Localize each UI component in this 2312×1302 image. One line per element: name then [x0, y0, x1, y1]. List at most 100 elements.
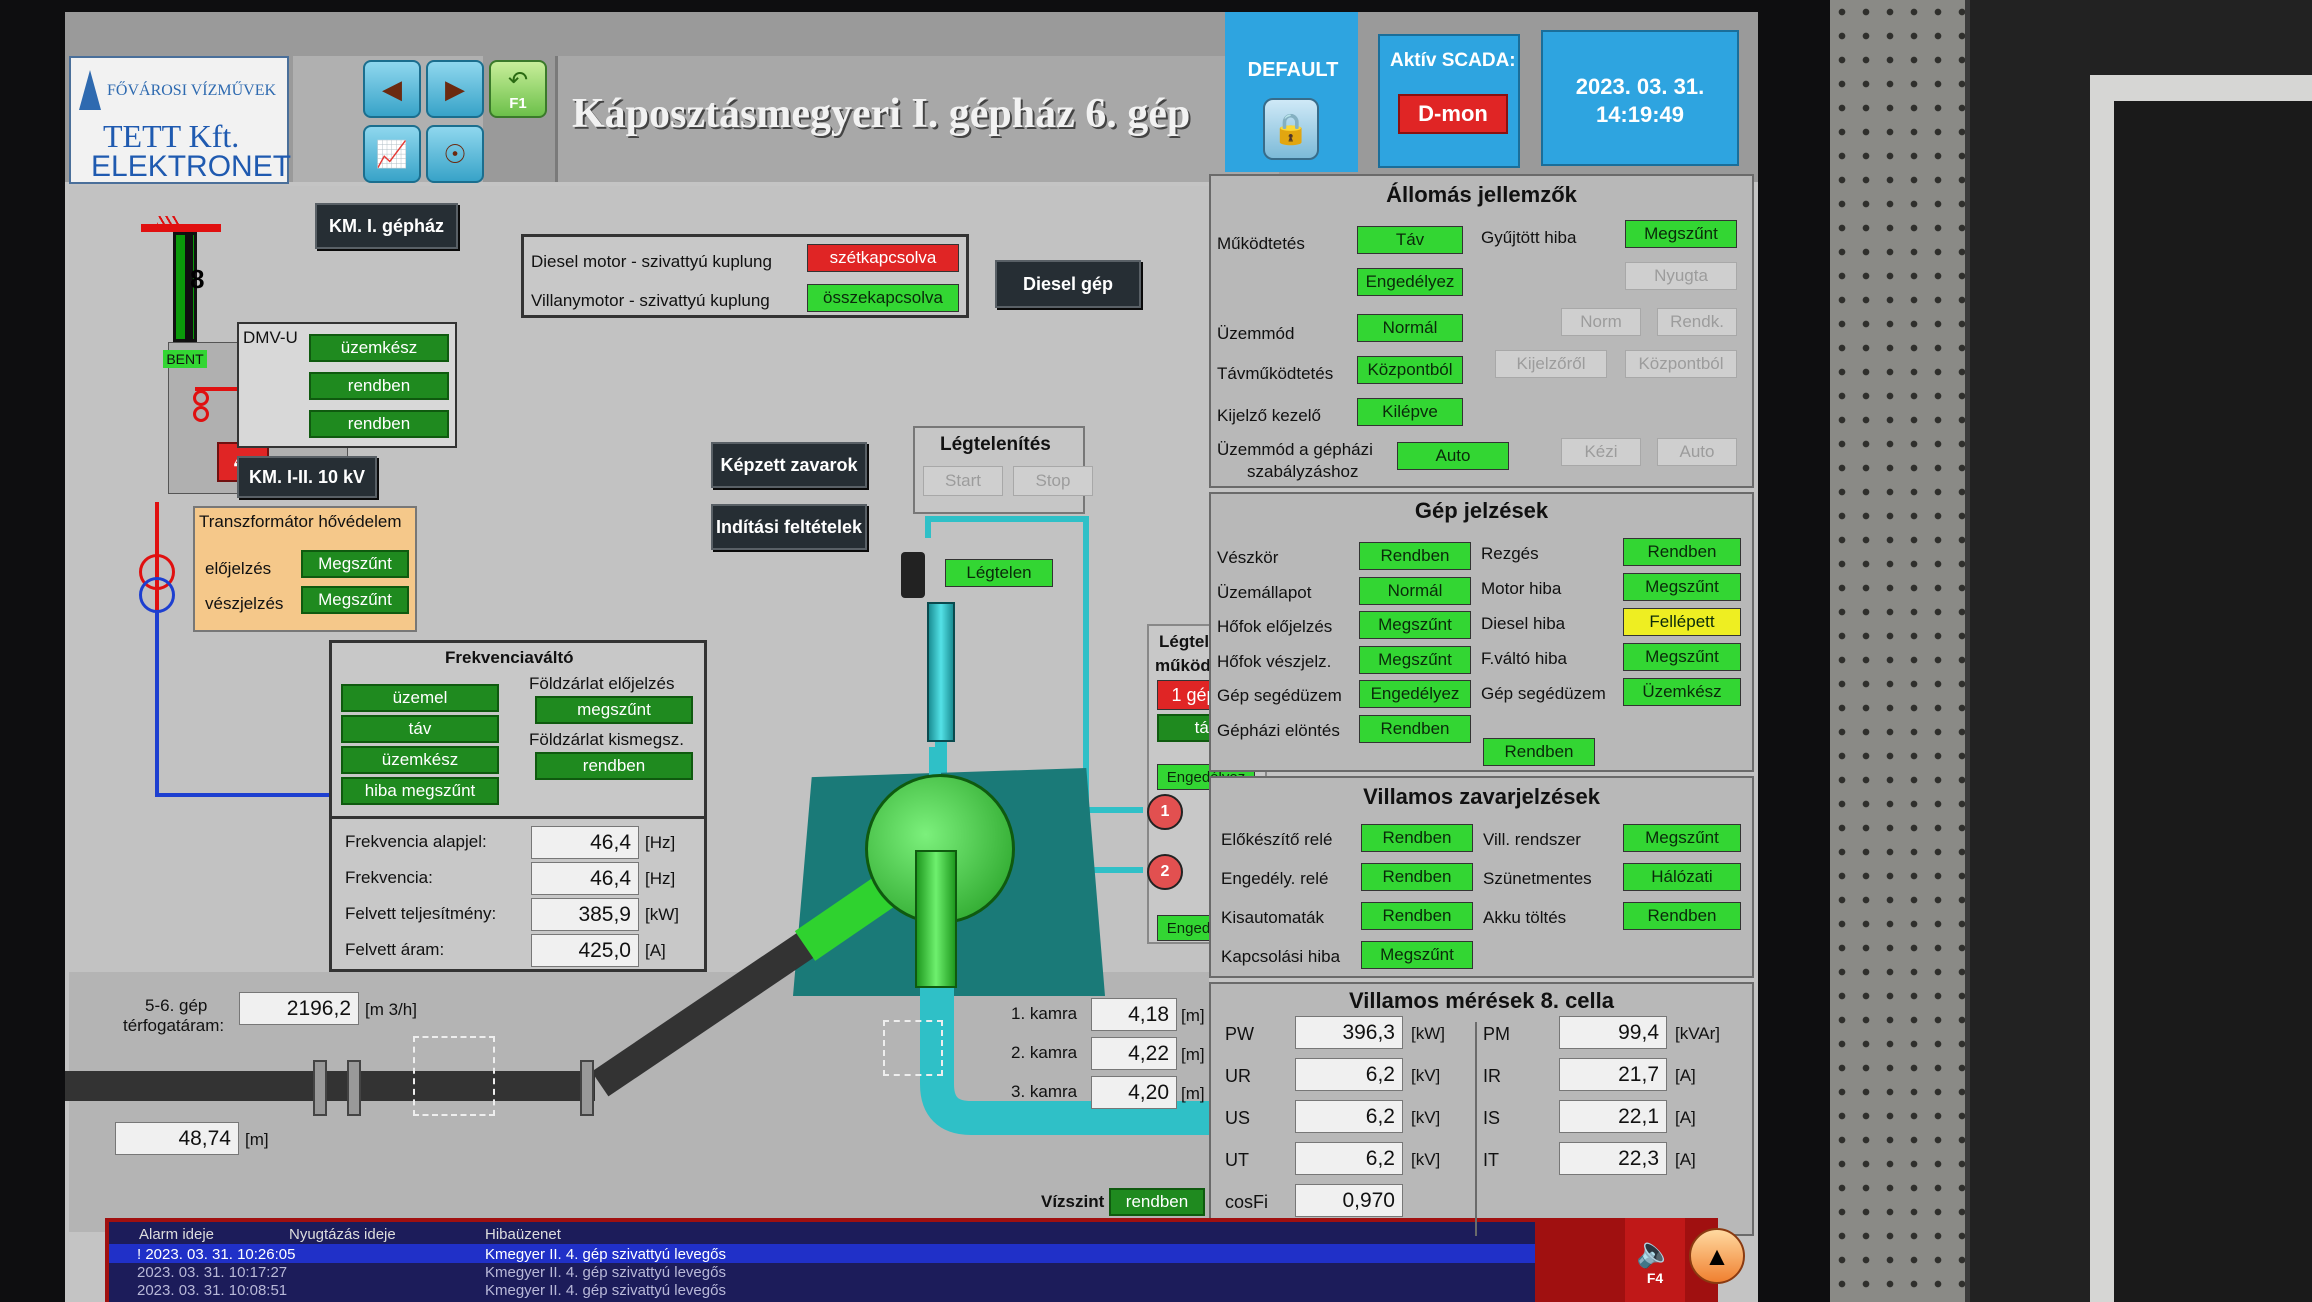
- meas-unit-1: [Hz]: [645, 833, 676, 852]
- arrow-up-icon: ▲: [1704, 1240, 1730, 1271]
- freq-state-4: hiba megszűnt: [341, 777, 499, 805]
- gep-right-label: Gép segédüzem: [1481, 684, 1606, 703]
- flow-label-2: térfogatáram:: [123, 1016, 225, 1035]
- chamber-unit-2: [m]: [1181, 1045, 1205, 1064]
- level-unit: [m]: [245, 1130, 269, 1149]
- valve-2-icon[interactable]: [883, 1020, 943, 1076]
- vm-right-label: IR: [1483, 1066, 1501, 1086]
- freq-title: Frekvenciaváltó: [445, 648, 574, 667]
- kijelzorol-button[interactable]: Kijelzőről: [1495, 350, 1607, 378]
- auto-button[interactable]: Auto: [1657, 438, 1737, 466]
- vizszint-label: Vízszint: [1041, 1192, 1105, 1211]
- gep-left-value: Megszűnt: [1359, 611, 1471, 639]
- kezi-button[interactable]: Kézi: [1561, 438, 1641, 466]
- flow-unit: [m 3/h]: [365, 1000, 417, 1019]
- alarm-row-time[interactable]: 2023. 03. 31. 10:17:27: [137, 1264, 287, 1281]
- gep-right-value: Üzemkész: [1623, 678, 1741, 706]
- scada-screen: FŐVÁROSI VÍZMŰVEK TETT Kft. ELEKTRONET ◀…: [65, 12, 1758, 1302]
- vz-left-label: Kisautomaták: [1221, 908, 1324, 927]
- gep-extra-value: Rendben: [1483, 738, 1595, 766]
- vm-right-label: IS: [1483, 1108, 1501, 1128]
- uzemmod-label: Üzemmód: [1217, 324, 1295, 343]
- chamber-label-1: 1. kamra: [1011, 1004, 1078, 1023]
- chamber-unit-3: [m]: [1181, 1084, 1205, 1103]
- vz-right-value: Megszűnt: [1623, 824, 1741, 852]
- szab-label-2: szabályzáshoz: [1247, 462, 1359, 481]
- meas-value-3: 385,9: [531, 898, 639, 931]
- vm-right-unit: [A]: [1675, 1066, 1696, 1085]
- vz-left-label: Előkészítő relé: [1221, 830, 1333, 849]
- meas-unit-3: [kW]: [645, 905, 679, 924]
- villamos-m-title: Villamos mérések 8. cella: [1349, 988, 1614, 1013]
- vz-left-label: Engedély. relé: [1221, 869, 1329, 888]
- engedelyez-button[interactable]: Engedélyez: [1357, 268, 1463, 296]
- flow-value: 2196,2: [239, 992, 359, 1025]
- fk-value: rendben: [535, 752, 693, 780]
- vm-left-label: UR: [1225, 1066, 1251, 1086]
- fk-label: Földzárlat kismegsz.: [529, 730, 684, 749]
- szab-label-1: Üzemmód a gépházi: [1217, 440, 1373, 459]
- tav-indicator: Táv: [1357, 226, 1463, 254]
- alarm-row-msg[interactable]: Kmegyer II. 4. gép szivattyú levegős: [485, 1246, 726, 1263]
- vm-left-value: 6,2: [1295, 1100, 1403, 1133]
- fe-label: Földzárlat előjelzés: [529, 674, 675, 693]
- mukodtetes-label: Működtetés: [1217, 234, 1305, 253]
- vz-left-value: Rendben: [1361, 824, 1473, 852]
- gep-left-label: Hőfok előjelzés: [1217, 617, 1333, 636]
- f4-button[interactable]: 🔈 F4: [1625, 1218, 1685, 1302]
- valve-1-icon[interactable]: [413, 1036, 495, 1116]
- nyugta-button[interactable]: Nyugta: [1625, 262, 1737, 290]
- vm-left-value: 0,970: [1295, 1184, 1403, 1217]
- flange-3: [580, 1060, 594, 1116]
- alarm-header-ack: Nyugtázás ideje: [289, 1226, 396, 1243]
- gep-left-value: Normál: [1359, 576, 1471, 605]
- kilepve-indicator: Kilépve: [1357, 398, 1463, 426]
- alarm-header-msg: Hibaüzenet: [485, 1226, 561, 1243]
- gep-title: Gép jelzések: [1414, 498, 1549, 523]
- alarm-list: Alarm ideje Nyugtázás ideje Hibaüzenet: [109, 1222, 1535, 1302]
- vm-left-value: 6,2: [1295, 1142, 1403, 1175]
- gep-right-label: Rezgés: [1481, 544, 1539, 563]
- meas-label-1: Frekvencia alapjel:: [345, 832, 487, 851]
- flange-1: [313, 1060, 327, 1116]
- f4-label: F4: [1646, 1269, 1664, 1286]
- alarm-row-msg[interactable]: Kmegyer II. 4. gép szivattyú levegős: [485, 1264, 726, 1281]
- gep-right-value: Rendben: [1623, 538, 1741, 566]
- vm-left-label: UT: [1225, 1150, 1249, 1170]
- vm-left-unit: [kV]: [1411, 1108, 1441, 1127]
- meas-label-4: Felvett áram:: [345, 940, 445, 959]
- gep-left-label: Hőfok vészjelz.: [1217, 651, 1332, 671]
- fe-value: megszűnt: [535, 696, 693, 724]
- vz-left-value: Megszűnt: [1361, 941, 1473, 969]
- vz-right-label: Vill. rendszer: [1483, 830, 1581, 849]
- chamber-label-2: 2. kamra: [1011, 1043, 1078, 1062]
- vm-left-label: US: [1225, 1108, 1251, 1128]
- gep-right-label: F.váltó hiba: [1481, 649, 1567, 668]
- meas-label-3: Felvett teljesítmény:: [345, 904, 497, 923]
- vz-left-label: Kapcsolási hiba: [1221, 947, 1341, 966]
- gep-right-label: Motor hiba: [1481, 579, 1562, 598]
- vz-right-label: Szünetmentes: [1483, 869, 1592, 888]
- mute-icon: 🔈: [1636, 1235, 1674, 1269]
- vm-right-label: PM: [1483, 1024, 1510, 1044]
- vm-left-value: 6,2: [1295, 1058, 1403, 1091]
- chamber-unit-1: [m]: [1181, 1006, 1205, 1025]
- alarm-row-selected[interactable]: [109, 1244, 1535, 1263]
- gep-left-label: Gép segédüzem: [1217, 686, 1342, 705]
- scroll-up-button[interactable]: ▲: [1689, 1228, 1745, 1284]
- alarm-row-time[interactable]: 2023. 03. 31. 10:08:51: [137, 1282, 287, 1299]
- norm-button[interactable]: Norm: [1561, 308, 1641, 336]
- meas-label-2: Frekvencia:: [345, 868, 433, 887]
- alarm-row-msg[interactable]: Kmegyer II. 4. gép szivattyú levegős: [485, 1282, 726, 1299]
- vm-left-unit: [kV]: [1411, 1150, 1441, 1169]
- rendk-button[interactable]: Rendk.: [1657, 308, 1737, 336]
- vm-divider: [1475, 1022, 1477, 1236]
- kozpontbol-button[interactable]: Központból: [1625, 350, 1737, 378]
- vz-right-value: Rendben: [1623, 902, 1741, 930]
- chamber-label-3: 3. kamra: [1011, 1082, 1078, 1101]
- meas-value-4: 425,0: [531, 934, 639, 967]
- gep-right-label: Diesel hiba: [1481, 614, 1566, 633]
- kijelzo-label: Kijelző kezelő: [1217, 406, 1321, 425]
- flow-label-1: 5-6. gép: [145, 996, 208, 1015]
- alarm-row-time[interactable]: ! 2023. 03. 31. 10:26:05: [137, 1246, 295, 1263]
